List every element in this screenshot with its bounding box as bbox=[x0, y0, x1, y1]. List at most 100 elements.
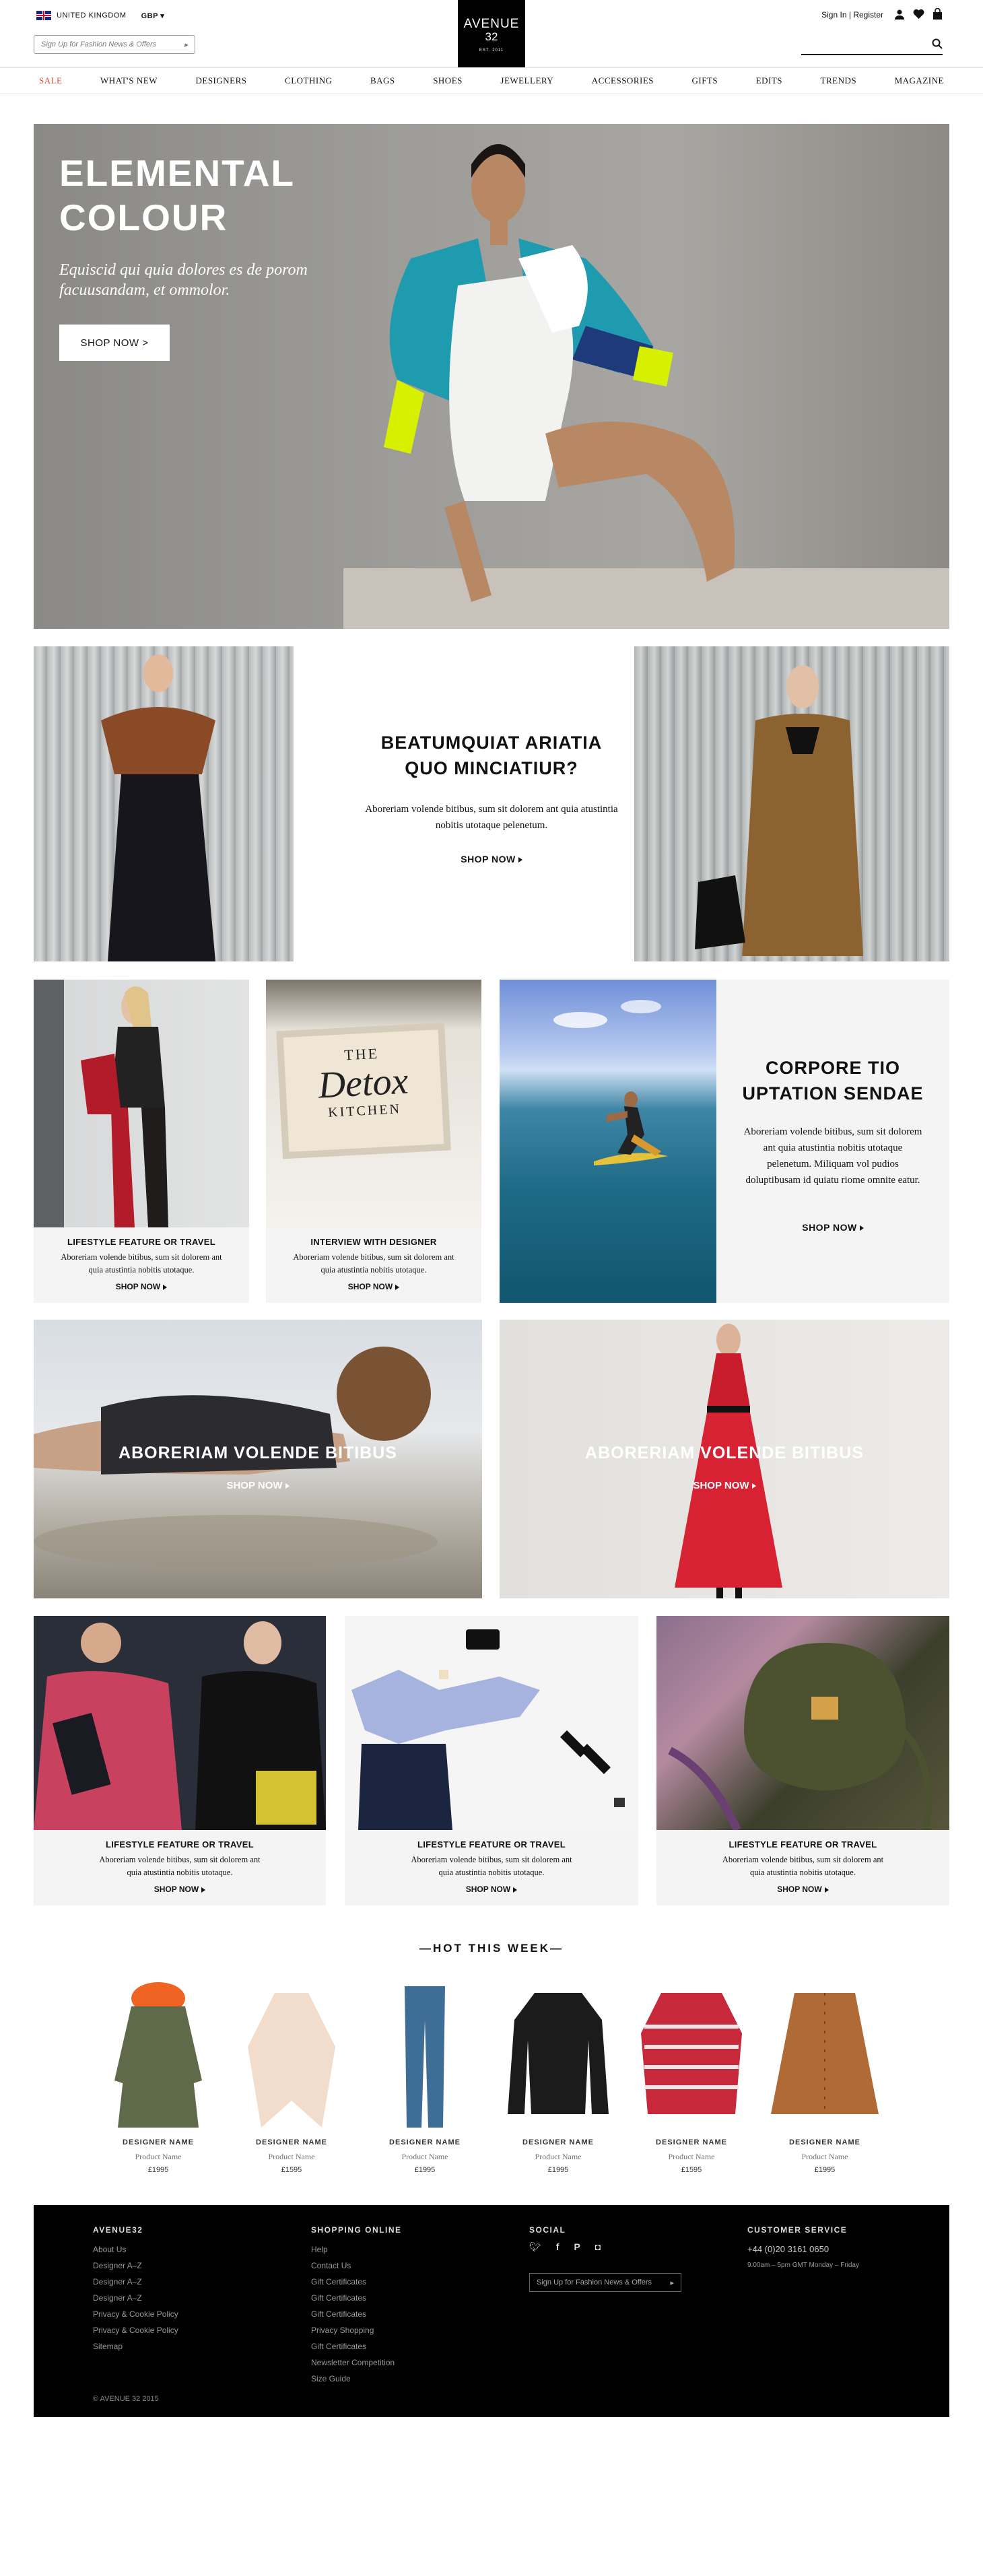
surf-shop-now-link[interactable]: SHOP NOW bbox=[716, 1222, 949, 1233]
arrow-right-icon[interactable]: ▸ bbox=[184, 40, 188, 49]
footer-link[interactable]: Size Guide bbox=[311, 2371, 402, 2387]
lifestyle-card-image bbox=[34, 980, 249, 1227]
shop-label: SHOP NOW bbox=[347, 1282, 393, 1291]
arrow-right-icon[interactable]: ▸ bbox=[670, 2278, 674, 2287]
surf-text: CORPORE TIO UPTATION SENDAE Aboreriam vo… bbox=[716, 980, 949, 1303]
card-shop-now-link[interactable]: SHOP NOW bbox=[34, 1885, 326, 1894]
product-image bbox=[368, 1979, 482, 2134]
site-logo[interactable]: AVENUE 32 EST. 2011 bbox=[458, 0, 525, 67]
footer-link[interactable]: Designer A–Z bbox=[93, 2290, 178, 2306]
card-shop-now-link[interactable]: SHOP NOW bbox=[345, 1885, 638, 1894]
footer-link[interactable]: About Us bbox=[93, 2241, 178, 2258]
shop-label: SHOP NOW bbox=[802, 1222, 857, 1233]
nav-accessories[interactable]: ACCESSORIES bbox=[592, 75, 654, 86]
red-dress-banner[interactable]: ABORERIAM VOLENDE BITIBUS SHOP NOW bbox=[500, 1320, 949, 1598]
signup-placeholder: Sign Up for Fashion News & Offers bbox=[41, 40, 157, 48]
banner-shop-now-link[interactable]: SHOP NOW bbox=[34, 1480, 482, 1491]
footer-social-column: SOCIAL 🐦︎ f P ◘ Sign Up for Fashion News… bbox=[529, 2225, 681, 2292]
product-card[interactable]: DESIGNER NAME Product Name £1995 bbox=[501, 1979, 615, 2174]
nav-designers[interactable]: DESIGNERS bbox=[196, 75, 247, 86]
footer-link[interactable]: Gift Certificates bbox=[311, 2274, 402, 2290]
nav-whats-new[interactable]: WHAT'S NEW bbox=[100, 75, 158, 86]
product-card[interactable]: DESIGNER NAME Product Name £1595 bbox=[634, 1979, 749, 2174]
card-shop-now-link[interactable]: SHOP NOW bbox=[656, 1885, 949, 1894]
footer-link[interactable]: Privacy Shopping bbox=[311, 2322, 402, 2338]
instagram-icon[interactable]: ◘ bbox=[595, 2241, 601, 2253]
footer-link[interactable]: Gift Certificates bbox=[311, 2290, 402, 2306]
shop-label: SHOP NOW bbox=[154, 1885, 199, 1894]
nav-edits[interactable]: EDITS bbox=[756, 75, 782, 86]
footer-link[interactable]: Gift Certificates bbox=[311, 2338, 402, 2354]
street-style-image bbox=[34, 1621, 326, 1830]
banner-shop-now-link[interactable]: SHOP NOW bbox=[500, 1480, 949, 1491]
product-designer: DESIGNER NAME bbox=[656, 2138, 727, 2146]
product-designer: DESIGNER NAME bbox=[789, 2138, 860, 2146]
card-title: INTERVIEW WITH DESIGNER bbox=[310, 1237, 437, 1247]
twitter-icon[interactable]: 🐦︎ bbox=[529, 2241, 541, 2253]
search-icon[interactable] bbox=[932, 38, 943, 53]
footer-link[interactable]: Privacy & Cookie Policy bbox=[93, 2306, 178, 2322]
surf-feature-card[interactable]: CORPORE TIO UPTATION SENDAE Aboreriam vo… bbox=[500, 980, 949, 1303]
phone-number[interactable]: +44 (0)20 3161 0650 bbox=[747, 2241, 859, 2258]
footer-link[interactable]: Privacy & Cookie Policy bbox=[93, 2322, 178, 2338]
product-card[interactable]: DESIGNER NAME Product Name £1995 bbox=[368, 1979, 482, 2174]
footer-link[interactable]: Contact Us bbox=[311, 2258, 402, 2274]
card-shop-now-link[interactable]: SHOP NOW bbox=[34, 1282, 249, 1291]
swimwear-banner[interactable]: ABORERIAM VOLENDE BITIBUS SHOP NOW bbox=[34, 1320, 482, 1598]
surf-body: Aboreriam volende bitibus, sum sit dolor… bbox=[743, 1126, 922, 1186]
arrow-right-icon bbox=[518, 857, 522, 863]
footer-link[interactable]: Newsletter Competition bbox=[311, 2354, 402, 2371]
feature-body: Aboreriam volende bitibus, sum sit dolor… bbox=[365, 804, 618, 831]
currency-selector[interactable]: GBP ▾ bbox=[141, 11, 165, 20]
nav-sale[interactable]: SALE bbox=[39, 75, 63, 86]
product-price: £1595 bbox=[281, 2166, 302, 2174]
footer-link[interactable]: Designer A–Z bbox=[93, 2274, 178, 2290]
hero-shop-now-button[interactable]: SHOP NOW > bbox=[59, 325, 170, 361]
nav-clothing[interactable]: CLOTHING bbox=[285, 75, 332, 86]
hero-banner[interactable]: ELEMENTAL COLOUR Equiscid qui quia dolor… bbox=[34, 124, 949, 629]
footer-signup-input[interactable]: Sign Up for Fashion News & Offers ▸ bbox=[529, 2273, 681, 2292]
product-card[interactable]: DESIGNER NAME Product Name £1995 bbox=[768, 1979, 882, 2174]
country-selector[interactable]: UNITED KINGDOM GBP ▾ bbox=[36, 11, 164, 20]
feature-left-image[interactable] bbox=[34, 646, 294, 961]
parka-image bbox=[114, 1982, 202, 2128]
footer-link[interactable]: Gift Certificates bbox=[311, 2306, 402, 2322]
lifestyle-card[interactable]: LIFESTYLE FEATURE OR TRAVEL Aboreriam vo… bbox=[34, 980, 249, 1303]
feature-right-image[interactable] bbox=[634, 646, 949, 961]
hero-title-line2: COLOUR bbox=[59, 197, 228, 238]
card-body: Aboreriam volende bitibus, sum sit dolor… bbox=[61, 1252, 222, 1275]
nav-bags[interactable]: BAGS bbox=[370, 75, 395, 86]
pinterest-icon[interactable]: P bbox=[574, 2241, 580, 2253]
register-link[interactable]: Register bbox=[853, 10, 883, 20]
footer-link[interactable]: Designer A–Z bbox=[93, 2258, 178, 2274]
feature-shop-now-link[interactable]: SHOP NOW bbox=[296, 854, 687, 865]
footer-link[interactable]: Help bbox=[311, 2241, 402, 2258]
newsletter-signup-input[interactable]: Sign Up for Fashion News & Offers ▸ bbox=[34, 35, 195, 54]
product-image bbox=[634, 1979, 749, 2134]
product-card[interactable]: DESIGNER NAME Product Name £1595 bbox=[234, 1979, 349, 2174]
footer-heading: AVENUE32 bbox=[93, 2225, 143, 2235]
nav-magazine[interactable]: MAGAZINE bbox=[895, 75, 944, 86]
feature-section: BEATUMQUIAT ARIATIA QUO MINCIATIUR? Abor… bbox=[34, 646, 949, 961]
shopping-bag-icon[interactable] bbox=[933, 7, 943, 22]
lifestyle-card[interactable]: LIFESTYLE FEATURE OR TRAVEL Aboreriam vo… bbox=[34, 1616, 326, 1905]
product-card[interactable]: DESIGNER NAME Product Name £1995 bbox=[101, 1979, 215, 2174]
user-icon[interactable] bbox=[894, 9, 905, 22]
nav-jewellery[interactable]: JEWELLERY bbox=[500, 75, 553, 86]
product-name: Product Name bbox=[668, 2152, 715, 2161]
facebook-icon[interactable]: f bbox=[556, 2241, 560, 2253]
heart-icon[interactable] bbox=[913, 9, 924, 22]
arrow-right-icon bbox=[751, 1483, 756, 1489]
nav-gifts[interactable]: GIFTS bbox=[692, 75, 718, 86]
footer-link[interactable]: Sitemap bbox=[93, 2338, 178, 2354]
sign-in-link[interactable]: Sign In bbox=[821, 10, 846, 20]
interview-card[interactable]: THE Detox KITCHEN INTERVIEW WITH DESIGNE… bbox=[266, 980, 481, 1303]
search-input[interactable] bbox=[801, 36, 943, 55]
lifestyle-card[interactable]: LIFESTYLE FEATURE OR TRAVEL Aboreriam vo… bbox=[656, 1616, 949, 1905]
lifestyle-card[interactable]: LIFESTYLE FEATURE OR TRAVEL Aboreriam vo… bbox=[345, 1616, 638, 1905]
banner-title: ABORERIAM VOLENDE BITIBUS bbox=[118, 1444, 397, 1462]
lifestyle-card-caption: LIFESTYLE FEATURE OR TRAVEL Aboreriam vo… bbox=[34, 1227, 249, 1303]
nav-trends[interactable]: TRENDS bbox=[821, 75, 857, 86]
card-shop-now-link[interactable]: SHOP NOW bbox=[266, 1282, 481, 1291]
nav-shoes[interactable]: SHOES bbox=[433, 75, 463, 86]
